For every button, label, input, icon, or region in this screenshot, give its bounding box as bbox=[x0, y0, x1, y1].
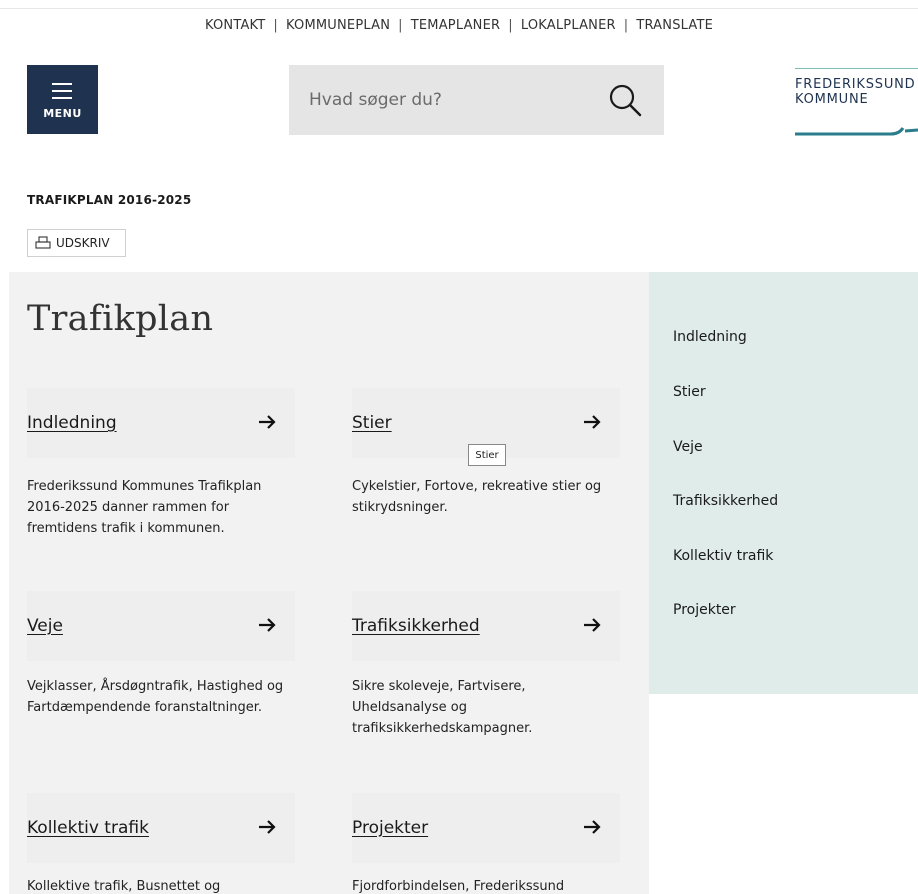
print-button[interactable]: UDSKRIV bbox=[27, 229, 126, 257]
top-nav-temaplaner[interactable]: TEMAPLANER bbox=[411, 18, 501, 33]
nav-separator: | bbox=[398, 18, 403, 33]
search-icon bbox=[609, 84, 642, 117]
side-nav-indledning[interactable]: Indledning bbox=[673, 329, 747, 345]
side-navigation: Indledning Stier Veje Trafiksikkerhed Ko… bbox=[649, 272, 918, 694]
card-projekter[interactable]: Projekter bbox=[352, 793, 620, 863]
search-box bbox=[289, 65, 664, 135]
card-desc-veje: Vejklasser, Årsdøgntrafik, Hastighed og … bbox=[27, 679, 284, 715]
arrow-right-icon bbox=[259, 618, 276, 632]
side-nav-trafiksikkerhed[interactable]: Trafiksikkerhed bbox=[673, 493, 778, 509]
card-desc-indledning: Frederikssund Kommunes Trafikplan 2016-2… bbox=[27, 479, 262, 536]
page-title: Trafikplan bbox=[27, 299, 214, 339]
arrow-right-icon bbox=[259, 415, 276, 429]
arrow-right-icon bbox=[259, 820, 276, 834]
side-nav-projekter[interactable]: Projekter bbox=[673, 602, 736, 618]
card-trafiksikkerhed[interactable]: Trafiksikkerhed bbox=[352, 591, 620, 661]
top-nav-lokalplaner[interactable]: LOKALPLANER bbox=[521, 18, 616, 33]
card-link-indledning[interactable]: Indledning bbox=[27, 413, 117, 433]
top-navigation: KONTAKT | KOMMUNEPLAN | TEMAPLANER | LOKALPLAN… bbox=[0, 18, 918, 33]
search-button[interactable] bbox=[607, 82, 643, 118]
logo-wave-icon bbox=[795, 127, 918, 136]
card-link-projekter[interactable]: Projekter bbox=[352, 818, 428, 838]
menu-label: MENU bbox=[43, 107, 82, 120]
arrow-right-icon bbox=[584, 618, 601, 632]
content-area: Trafikplan Indledning Frederikssund Komm… bbox=[9, 272, 649, 894]
card-veje[interactable]: Veje bbox=[27, 591, 295, 661]
logo-top-line bbox=[795, 68, 918, 69]
arrow-right-icon bbox=[584, 820, 601, 834]
tooltip: Stier bbox=[468, 444, 506, 466]
side-nav-veje[interactable]: Veje bbox=[673, 439, 703, 455]
card-link-stier[interactable]: Stier bbox=[352, 413, 392, 433]
printer-icon bbox=[35, 236, 51, 249]
side-nav-kollektiv-trafik[interactable]: Kollektiv trafik bbox=[673, 548, 773, 564]
hamburger-icon bbox=[52, 83, 72, 104]
site-logo[interactable]: FREDERIKSSUND KOMMUNE bbox=[795, 68, 918, 138]
search-input[interactable] bbox=[309, 85, 589, 115]
card-link-kollektiv-trafik[interactable]: Kollektiv trafik bbox=[27, 818, 149, 838]
nav-separator: | bbox=[623, 18, 629, 33]
card-desc-trafiksikkerhed: Sikre skoleveje, Fartvisere, Uheldsanaly… bbox=[352, 679, 533, 736]
top-nav-kontakt[interactable]: KONTAKT bbox=[205, 18, 265, 33]
card-indledning[interactable]: Indledning bbox=[27, 388, 295, 458]
side-nav-stier[interactable]: Stier bbox=[673, 384, 706, 400]
card-link-trafiksikkerhed[interactable]: Trafiksikkerhed bbox=[352, 616, 480, 636]
top-divider bbox=[0, 8, 918, 9]
card-desc-projekter: Fjordforbindelsen, Frederikssund bbox=[352, 879, 565, 894]
card-link-veje[interactable]: Veje bbox=[27, 616, 63, 636]
top-nav-translate[interactable]: TRANSLATE bbox=[636, 18, 713, 33]
nav-separator: | bbox=[273, 18, 278, 33]
top-nav-kommuneplan[interactable]: KOMMUNEPLAN bbox=[286, 18, 390, 33]
logo-line-1: FREDERIKSSUND bbox=[795, 77, 916, 92]
print-label: UDSKRIV bbox=[56, 236, 110, 250]
card-desc-kollektiv-trafik: Kollektive trafik, Busnettet og bbox=[27, 879, 221, 894]
card-desc-stier: Cykelstier, Fortove, rekreative stier og… bbox=[352, 479, 602, 515]
nav-separator: | bbox=[508, 18, 513, 33]
card-kollektiv-trafik[interactable]: Kollektiv trafik bbox=[27, 793, 295, 863]
breadcrumb[interactable]: TRAFIKPLAN 2016-2025 bbox=[27, 193, 191, 207]
arrow-right-icon bbox=[584, 415, 601, 429]
menu-button[interactable]: MENU bbox=[27, 65, 98, 134]
